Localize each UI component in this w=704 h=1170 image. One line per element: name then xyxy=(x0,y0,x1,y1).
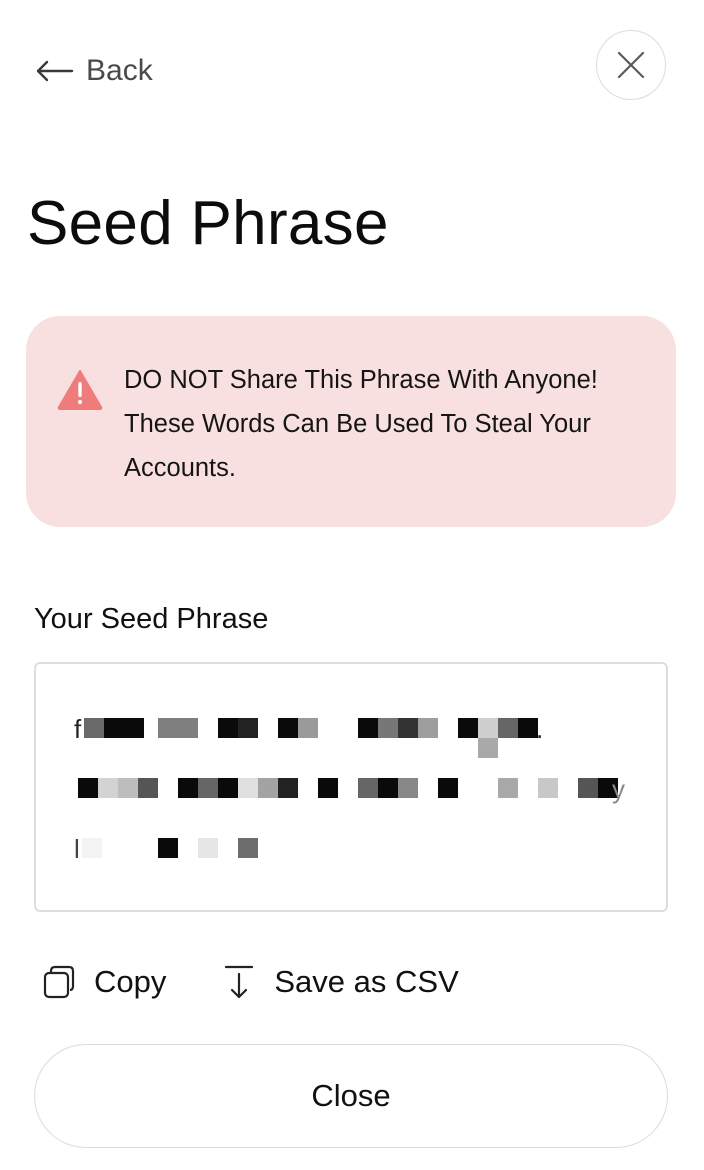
redaction-block xyxy=(258,778,278,798)
redaction-block xyxy=(118,778,138,798)
actions-row: Copy Save as CSV xyxy=(42,958,459,1006)
redaction-block xyxy=(398,778,418,798)
redaction-block xyxy=(98,778,118,798)
redaction-block xyxy=(478,718,498,738)
redaction-block xyxy=(318,778,338,798)
warning-line-1: DO NOT Share This Phrase With Anyone! xyxy=(124,366,598,394)
redaction-block xyxy=(84,718,104,738)
redaction-block xyxy=(538,778,558,798)
close-icon xyxy=(617,51,645,79)
redaction-block xyxy=(398,718,418,738)
seed-glyph: l xyxy=(74,834,80,864)
redaction-block xyxy=(498,718,518,738)
redaction-block xyxy=(578,778,598,798)
redaction-block xyxy=(278,718,298,738)
redaction-block xyxy=(378,778,398,798)
redaction-block xyxy=(478,738,498,758)
redaction-block xyxy=(218,718,238,738)
warning-banner: DO NOT Share This Phrase With Anyone! Th… xyxy=(26,316,676,527)
copy-label: Copy xyxy=(94,964,167,999)
redaction-block xyxy=(298,718,318,738)
redaction-block xyxy=(378,718,398,738)
close-button[interactable]: Close xyxy=(34,1044,668,1148)
redaction-block xyxy=(82,838,102,858)
redaction-block xyxy=(198,838,218,858)
redaction-block xyxy=(498,778,518,798)
seed-glyph: y xyxy=(612,774,625,804)
redaction-block xyxy=(218,778,238,798)
redaction-block xyxy=(458,718,478,738)
arrow-left-icon xyxy=(36,60,74,82)
redaction-block xyxy=(238,718,258,738)
redaction-block xyxy=(78,778,98,798)
redaction-block xyxy=(438,778,458,798)
warning-triangle-icon xyxy=(57,370,103,410)
redaction-block xyxy=(278,778,298,798)
download-arrow-icon xyxy=(225,965,254,999)
redaction-block xyxy=(104,718,144,738)
back-button[interactable]: Back xyxy=(34,50,153,92)
redaction-block xyxy=(178,778,198,798)
redaction-block xyxy=(358,778,378,798)
redaction-block xyxy=(158,718,198,738)
warning-line-2: These Words Can Be Used To Steal Your xyxy=(124,410,591,438)
redaction-block xyxy=(358,718,378,738)
redaction-block xyxy=(418,718,438,738)
redaction-block xyxy=(518,718,538,738)
copy-icon xyxy=(43,965,75,999)
seed-phrase-label: Your Seed Phrase xyxy=(34,603,269,635)
redaction-block xyxy=(198,778,218,798)
redaction-block xyxy=(138,778,158,798)
warning-line-3: Accounts. xyxy=(124,454,236,482)
close-icon-button[interactable] xyxy=(596,30,666,100)
seed-phrase-box[interactable]: f . y l xyxy=(34,662,668,912)
copy-button[interactable]: Copy xyxy=(42,964,166,1000)
save-csv-button[interactable]: Save as CSV xyxy=(222,964,459,1000)
page-title: Seed Phrase xyxy=(27,189,389,258)
warning-text: DO NOT Share This Phrase With Anyone! Th… xyxy=(124,358,654,490)
redaction-block xyxy=(158,838,178,858)
seed-glyph: . xyxy=(536,714,544,744)
redaction-block xyxy=(238,778,258,798)
redaction-block xyxy=(238,838,258,858)
seed-glyph: f xyxy=(74,714,82,744)
save-csv-label: Save as CSV xyxy=(274,964,459,999)
back-label: Back xyxy=(86,54,153,87)
